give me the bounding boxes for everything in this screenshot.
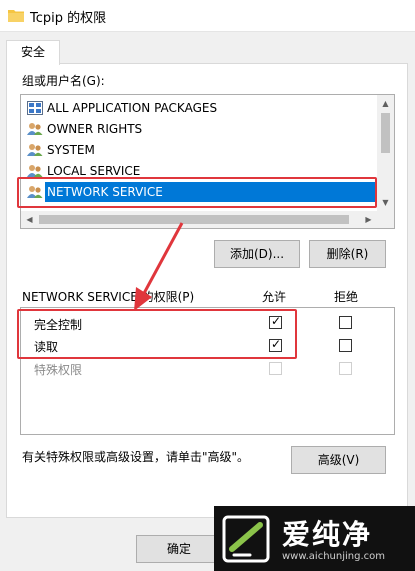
scroll-thumb[interactable] <box>381 113 390 153</box>
scroll-down-icon[interactable]: ▼ <box>377 194 394 211</box>
ok-button[interactable]: 确定 <box>136 535 222 563</box>
vertical-scrollbar[interactable]: ▲ ▼ <box>377 95 394 211</box>
scroll-up-icon[interactable]: ▲ <box>377 95 394 112</box>
tab-security[interactable]: 安全 <box>6 40 60 65</box>
logo-mark-icon <box>222 515 270 563</box>
remove-button[interactable]: 删除(R) <box>309 240 386 268</box>
permission-special-label: 特殊权限 <box>34 363 83 377</box>
horizontal-scrollbar[interactable]: ◀ ▶ <box>21 211 394 228</box>
list-item-label: ALL APPLICATION PACKAGES <box>47 101 218 115</box>
watermark-url: www.aichunjing.com <box>282 551 385 562</box>
list-item[interactable]: OWNER RIGHTS <box>25 119 377 139</box>
list-item-label: OWNER RIGHTS <box>47 122 143 136</box>
users-icon <box>27 123 43 135</box>
annotation-box <box>17 309 297 359</box>
read-deny-checkbox[interactable] <box>339 339 352 352</box>
annotation-box <box>17 177 377 208</box>
scroll-right-icon[interactable]: ▶ <box>360 211 377 228</box>
special-allow-checkbox <box>269 362 282 375</box>
special-permissions-note: 有关特殊权限或高级设置，请单击"高级"。 <box>22 450 250 464</box>
folder-icon <box>8 10 24 22</box>
scroll-left-icon[interactable]: ◀ <box>21 211 38 228</box>
title-bar[interactable]: Tcpip 的权限 <box>0 0 415 32</box>
allow-column-header: 允许 <box>262 290 287 304</box>
advanced-button[interactable]: 高级(V) <box>291 446 386 474</box>
groups-listbox[interactable]: ALL APPLICATION PACKAGES OWNER RIGHTS SY… <box>20 94 395 229</box>
add-button[interactable]: 添加(D)... <box>214 240 300 268</box>
groups-label: 组或用户名(G): <box>22 74 105 88</box>
full-control-deny-checkbox[interactable] <box>339 316 352 329</box>
annotation-arrow-icon <box>134 222 184 311</box>
list-item[interactable]: SYSTEM <box>25 140 377 160</box>
watermark-logo: 爱纯净 www.aichunjing.com <box>214 506 415 571</box>
deny-column-header: 拒绝 <box>334 290 359 304</box>
list-item[interactable]: ALL APPLICATION PACKAGES <box>25 98 377 118</box>
watermark-brand: 爱纯净 <box>282 518 373 551</box>
list-item-label: SYSTEM <box>47 143 95 157</box>
window-title: Tcpip 的权限 <box>30 11 107 26</box>
users-icon <box>27 144 43 156</box>
special-deny-checkbox <box>339 362 352 375</box>
package-icon <box>27 101 43 115</box>
users-icon <box>27 165 43 177</box>
